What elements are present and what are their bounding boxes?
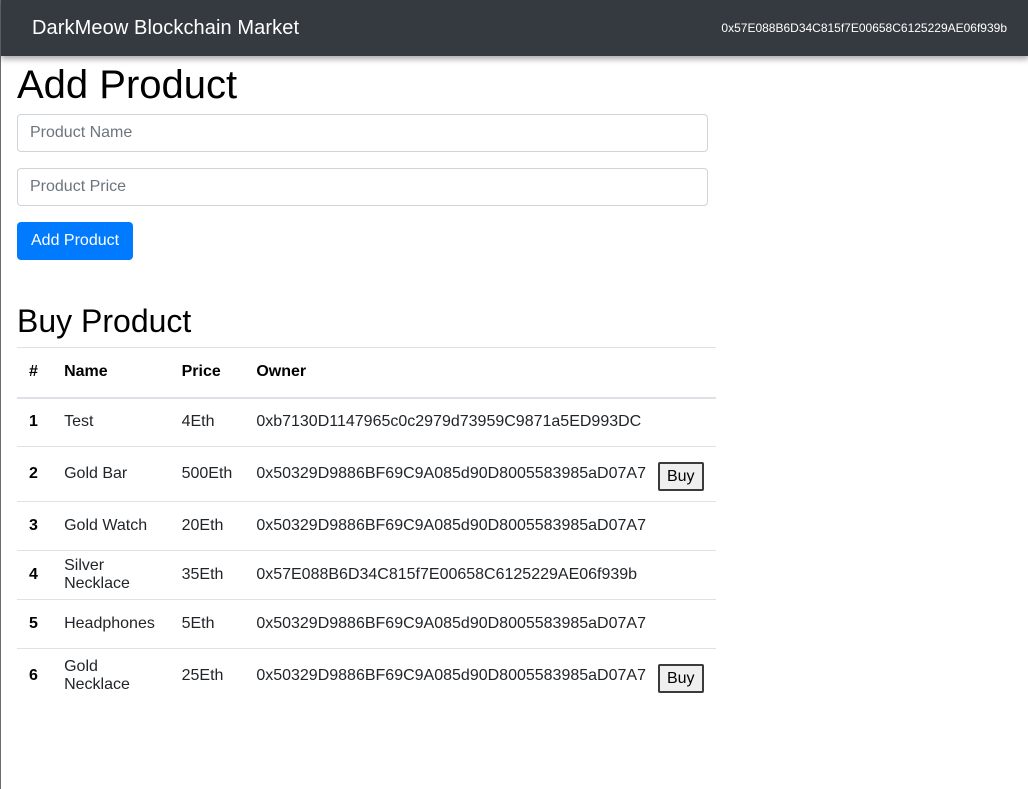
table-row: 4 Silver Necklace 35Eth 0x57E088B6D34C815f7… — [17, 550, 716, 600]
product-index: 3 — [17, 501, 53, 551]
product-price: 25Eth — [169, 648, 245, 704]
main-content: Add Product Add Product Buy Product # Na… — [17, 56, 717, 704]
product-price-input[interactable] — [17, 168, 708, 206]
table-row: 6 Gold Necklace 25Eth 0x50329D9886BF69C9A08… — [17, 648, 716, 704]
product-price: 35Eth — [169, 550, 245, 600]
add-product-title: Add Product — [17, 63, 238, 107]
product-name: Gold Bar — [52, 446, 170, 502]
column-header-index: # — [17, 347, 53, 399]
product-owner: 0x50329D9886BF69C9A085d90D8005583985aD07… — [244, 446, 658, 502]
product-name: Gold Watch — [52, 501, 170, 551]
product-action-cell — [657, 501, 716, 551]
add-product-form: Add Product — [17, 114, 717, 260]
brand-link[interactable]: DarkMeow Blockchain Market — [32, 17, 299, 40]
product-owner: 0x50329D9886BF69C9A085d90D8005583985aD07… — [244, 501, 658, 551]
product-action-cell — [657, 550, 716, 600]
table-row: 3 Gold Watch 20Eth 0x50329D9886BF69C9A085d9… — [17, 501, 716, 551]
product-action-cell — [657, 397, 716, 447]
product-index: 1 — [17, 397, 53, 447]
product-name: Gold Necklace — [52, 648, 170, 704]
table-row: 2 Gold Bar 500Eth 0x50329D9886BF69C9A085d90… — [17, 446, 716, 502]
product-name-input[interactable] — [17, 114, 708, 152]
product-action-cell — [657, 599, 716, 649]
product-owner: 0xb7130D1147965c0c2979d73959C9871a5ED993… — [244, 397, 658, 447]
product-action-cell: Buy — [657, 648, 716, 704]
products-table-body: 1 Test 4Eth 0xb7130D1147965c0c2979d73959C98… — [17, 397, 716, 704]
add-product-button[interactable]: Add Product — [17, 222, 134, 260]
product-action-cell: Buy — [657, 446, 716, 502]
product-price: 4Eth — [169, 397, 245, 447]
product-owner: 0x50329D9886BF69C9A085d90D8005583985aD07… — [244, 648, 658, 704]
buy-button[interactable]: Buy — [657, 462, 704, 491]
account-address: 0x57E088B6D34C815f7E00658C6125229AE06f93… — [721, 21, 1007, 35]
product-index: 5 — [17, 599, 53, 649]
product-index: 6 — [17, 648, 53, 704]
product-name: Test — [52, 397, 170, 447]
product-price: 500Eth — [169, 446, 245, 502]
products-table-header: # Name Price Owner — [17, 347, 716, 399]
column-header-owner: Owner — [244, 347, 658, 399]
navbar: DarkMeow Blockchain Market 0x57E088B6D34… — [1, 0, 1028, 56]
product-owner: 0x50329D9886BF69C9A085d90D8005583985aD07… — [244, 599, 658, 649]
product-index: 4 — [17, 550, 53, 600]
column-header-name: Name — [52, 347, 170, 399]
products-table: # Name Price Owner 1 Test 4Eth 0xb7130D1147… — [17, 347, 716, 704]
column-header-action — [657, 347, 716, 399]
table-row: 5 Headphones 5Eth 0x50329D9886BF69C9A085d90… — [17, 599, 716, 649]
product-price: 5Eth — [169, 599, 245, 649]
table-row: 1 Test 4Eth 0xb7130D1147965c0c2979d73959C98… — [17, 397, 716, 447]
table-header-row: # Name Price Owner — [17, 347, 716, 399]
product-price: 20Eth — [169, 501, 245, 551]
column-header-price: Price — [169, 347, 245, 399]
buy-product-title: Buy Product — [17, 303, 192, 339]
product-name: Silver Necklace — [52, 550, 170, 600]
product-owner: 0x57E088B6D34C815f7E00658C6125229AE06f93… — [244, 550, 658, 600]
buy-button[interactable]: Buy — [657, 664, 704, 694]
product-index: 2 — [17, 446, 53, 502]
product-name: Headphones — [52, 599, 170, 649]
